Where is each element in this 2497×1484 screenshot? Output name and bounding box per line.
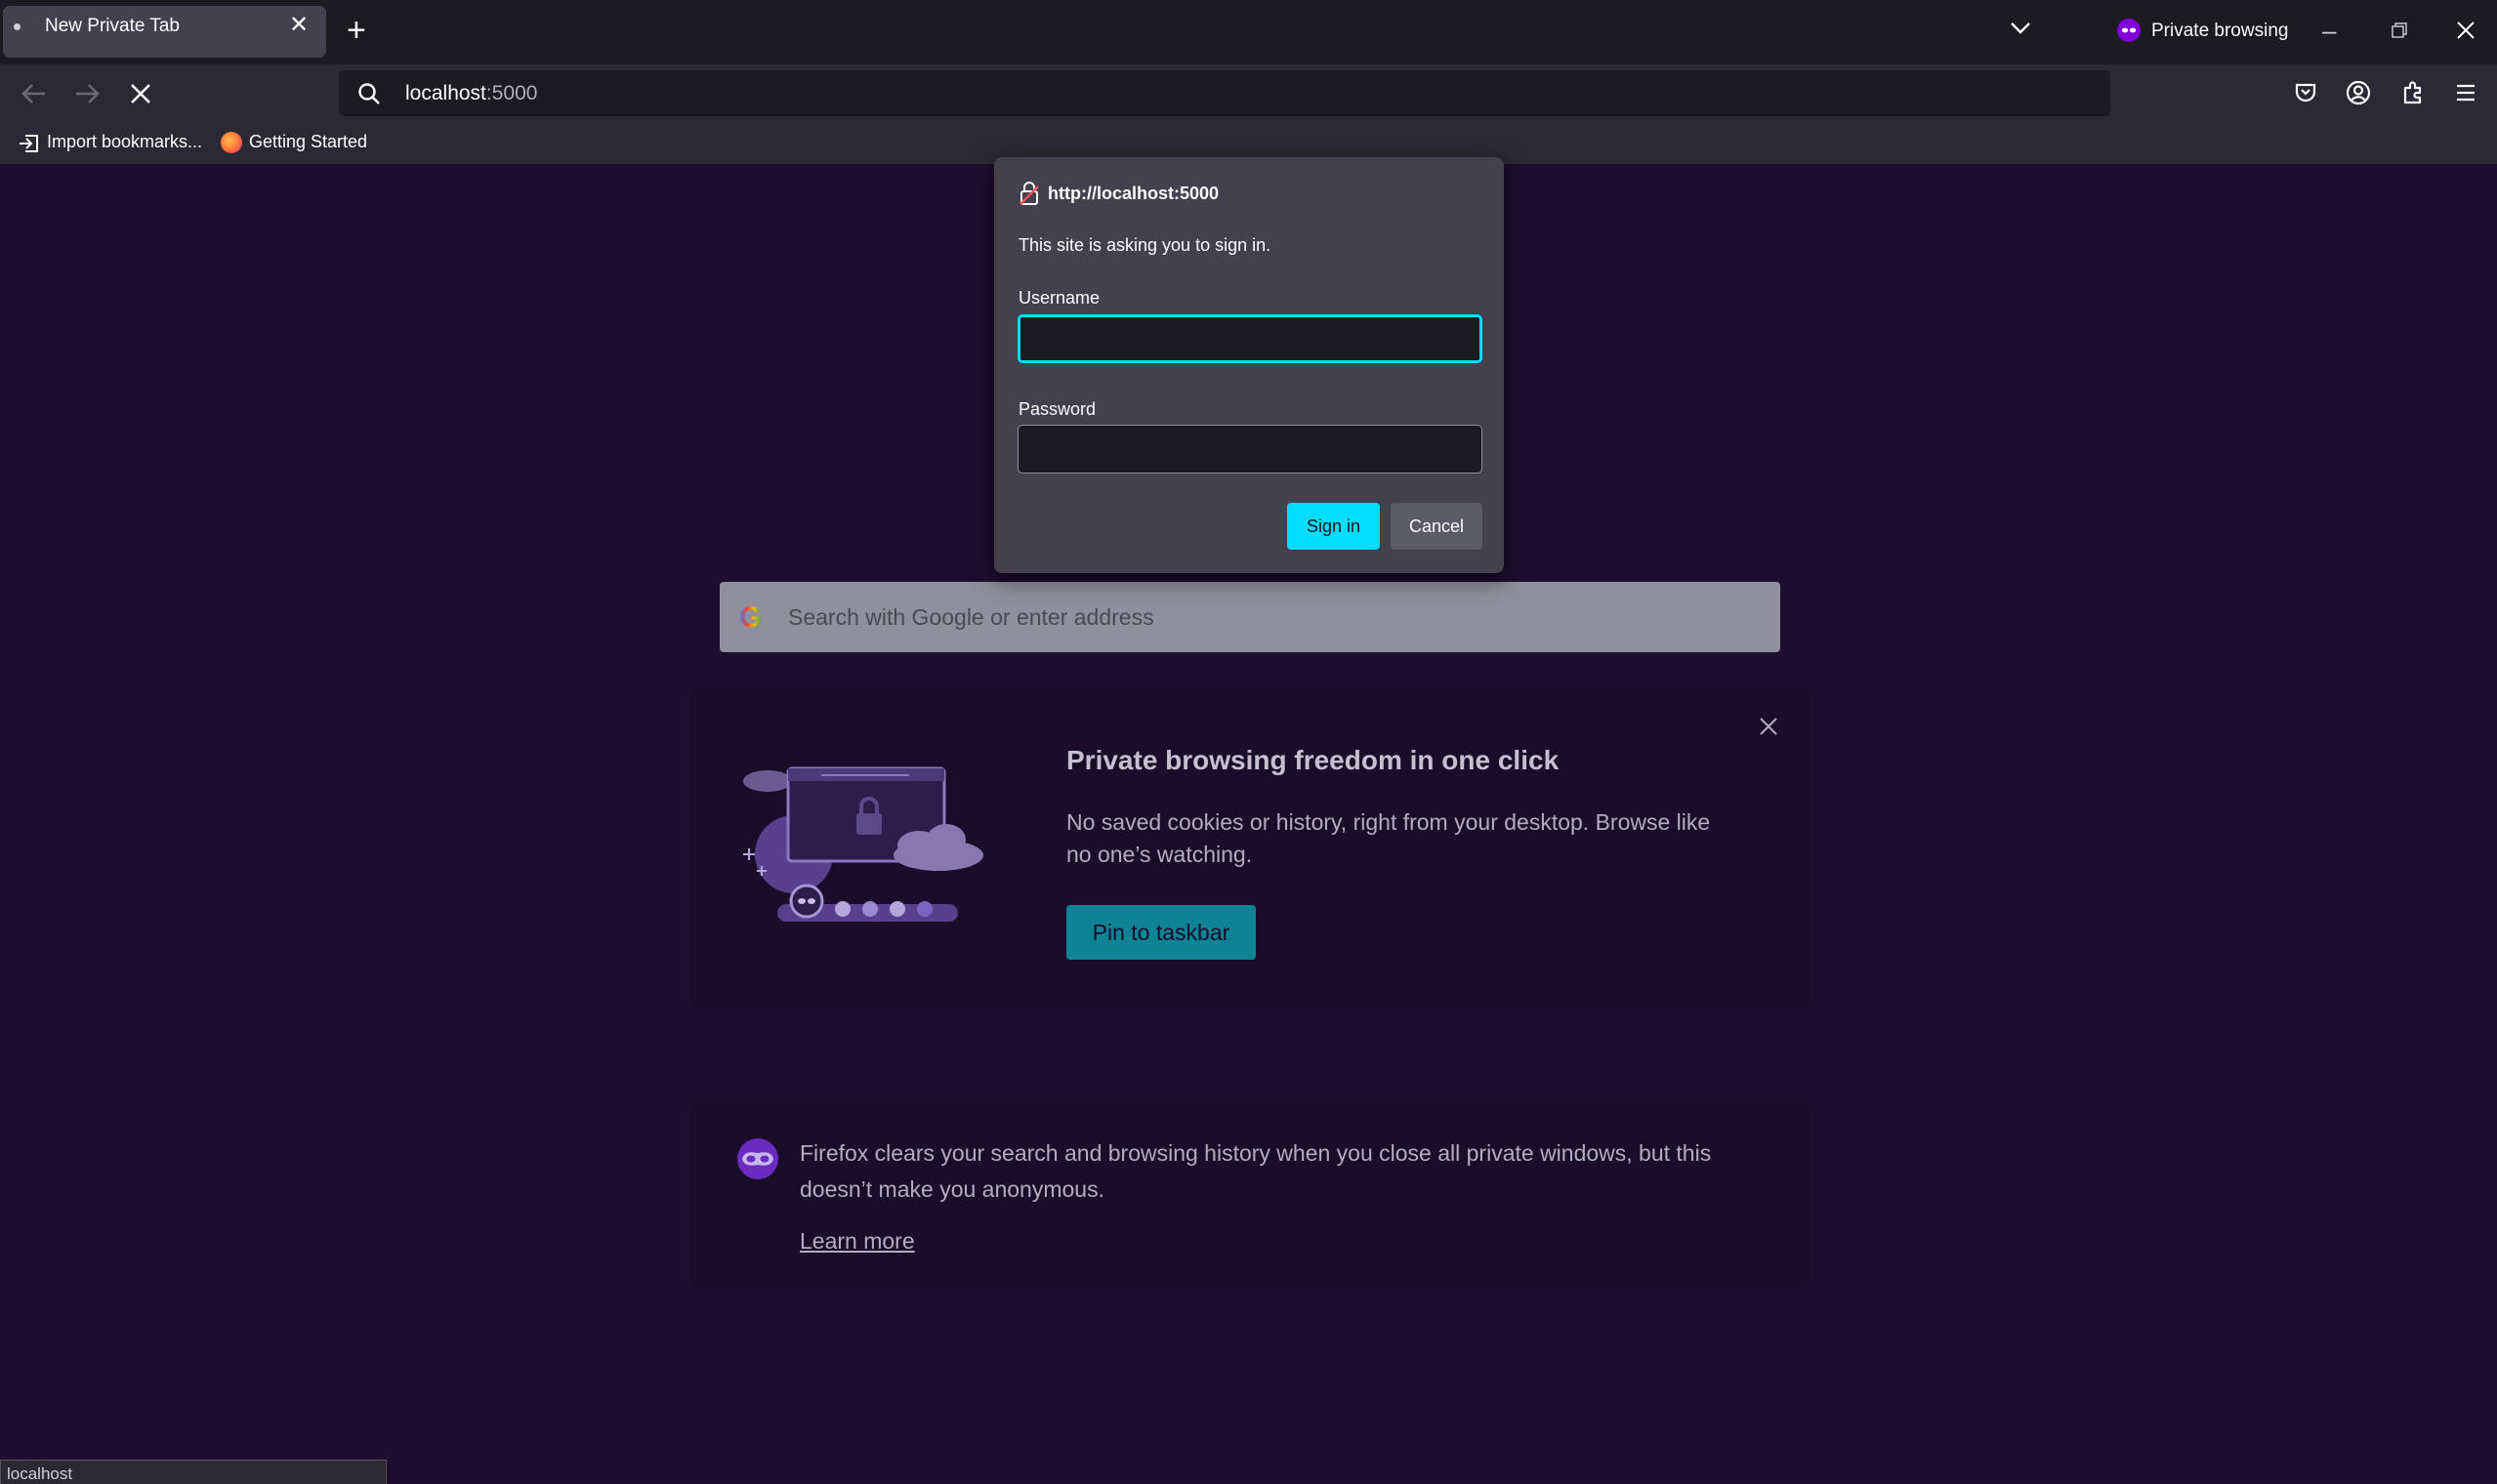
list-all-tabs-icon[interactable] bbox=[2008, 20, 2033, 42]
new-tab-button[interactable]: + bbox=[347, 14, 366, 47]
private-browsing-info-text: Firefox clears your search and browsing … bbox=[800, 1140, 1712, 1202]
private-browsing-mask-icon bbox=[2116, 18, 2142, 47]
tab-favicon-icon bbox=[14, 23, 21, 30]
search-placeholder: Search with Google or enter address bbox=[788, 604, 1154, 630]
cancel-button[interactable]: Cancel bbox=[1391, 503, 1482, 550]
username-field[interactable] bbox=[1018, 314, 1482, 363]
learn-more-link[interactable]: Learn more bbox=[800, 1228, 915, 1255]
address-bar[interactable] bbox=[339, 70, 2110, 116]
dialog-message: This site is asking you to sign in. bbox=[1019, 235, 1271, 255]
bookmark-import[interactable]: Import bookmarks... bbox=[47, 132, 202, 152]
insecure-lock-icon bbox=[1019, 181, 1040, 211]
forward-arrow-icon[interactable] bbox=[72, 82, 102, 110]
status-bar: localhost bbox=[0, 1460, 387, 1484]
pin-to-taskbar-button[interactable]: Pin to taskbar bbox=[1066, 905, 1256, 960]
search-icon bbox=[356, 81, 382, 111]
private-browsing-illustration bbox=[733, 762, 997, 937]
password-field[interactable] bbox=[1018, 425, 1482, 474]
password-label: Password bbox=[1019, 399, 1097, 419]
google-icon: G bbox=[739, 601, 763, 634]
window-close-icon[interactable] bbox=[2455, 20, 2476, 46]
tab-title: New Private Tab bbox=[45, 16, 180, 36]
pocket-icon[interactable] bbox=[2294, 82, 2317, 108]
sign-in-button[interactable]: Sign in bbox=[1287, 503, 1380, 550]
address-bar-text[interactable]: localhost:5000 bbox=[405, 82, 537, 105]
hamburger-menu-icon[interactable] bbox=[2454, 82, 2477, 108]
bookmark-getting-started[interactable]: Getting Started bbox=[249, 132, 367, 152]
username-label: Username bbox=[1019, 288, 1101, 308]
dialog-host: http://localhost:5000 bbox=[1048, 184, 1220, 203]
import-icon bbox=[18, 133, 41, 159]
extensions-puzzle-icon[interactable] bbox=[2400, 80, 2426, 110]
restore-icon[interactable] bbox=[2391, 21, 2408, 44]
stop-loading-icon[interactable] bbox=[128, 81, 153, 111]
back-arrow-icon[interactable] bbox=[20, 82, 49, 110]
minimize-icon[interactable]: – bbox=[2322, 16, 2336, 46]
private-browsing-label: Private browsing bbox=[2151, 21, 2289, 41]
tab-close-icon[interactable]: ✕ bbox=[289, 13, 309, 38]
promo-close-icon[interactable] bbox=[1759, 717, 1778, 741]
private-mask-icon bbox=[736, 1137, 779, 1185]
account-icon[interactable] bbox=[2346, 80, 2371, 110]
promo-body: No saved cookies or history, right from … bbox=[1066, 809, 1711, 867]
promo-title: Private browsing freedom in one click bbox=[1066, 745, 1560, 775]
firefox-logo-icon bbox=[221, 132, 242, 153]
